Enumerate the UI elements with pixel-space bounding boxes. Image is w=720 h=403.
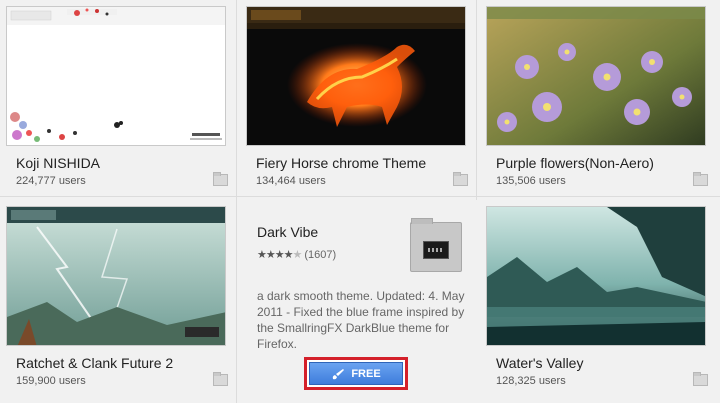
theme-thumbnail[interactable] (6, 206, 226, 346)
folder-icon (410, 218, 462, 272)
free-install-button[interactable]: FREE (304, 357, 408, 390)
user-count: 134,464 users (256, 175, 326, 187)
theme-preview-mini (423, 241, 449, 259)
theme-description: a dark smooth theme. Updated: 4. May 201… (257, 289, 465, 351)
user-count: 159,900 users (16, 375, 86, 387)
theme-tile-fiery-horse[interactable]: Fiery Horse chrome Theme 134,464 users (240, 0, 480, 200)
user-count: 128,325 users (496, 375, 566, 387)
theme-title[interactable]: Dark Vibe (257, 224, 318, 240)
user-count: 135,506 users (496, 175, 566, 187)
theme-thumbnail[interactable] (246, 6, 466, 146)
folder-icon (213, 372, 228, 386)
star-icon: ★★★★★ (257, 249, 302, 261)
theme-tile-ratchet-clank[interactable]: Ratchet & Clank Future 2 159,900 users (0, 200, 240, 400)
theme-title[interactable]: Fiery Horse chrome Theme (256, 155, 426, 171)
theme-tile-waters-valley[interactable]: Water's Valley 128,325 users (480, 200, 720, 400)
theme-title[interactable]: Water's Valley (496, 355, 583, 371)
theme-tile-koji-nishida[interactable]: Koji NISHIDA 224,777 users (0, 0, 240, 200)
paintbrush-icon (333, 368, 345, 379)
folder-icon (693, 372, 708, 386)
folder-icon (693, 172, 708, 186)
folder-icon (453, 172, 468, 186)
theme-title[interactable]: Ratchet & Clank Future 2 (16, 355, 173, 371)
theme-thumbnail[interactable] (486, 6, 706, 146)
theme-title[interactable]: Koji NISHIDA (16, 155, 100, 171)
theme-title[interactable]: Purple flowers(Non-Aero) (496, 155, 654, 171)
theme-thumbnail[interactable] (486, 206, 706, 346)
free-button-label: FREE (351, 367, 381, 380)
rating: ★★★★★ (1607) (257, 248, 336, 261)
theme-thumbnail[interactable] (6, 6, 226, 146)
folder-icon (213, 172, 228, 186)
theme-tile-purple-flowers[interactable]: Purple flowers(Non-Aero) 135,506 users (480, 0, 720, 200)
user-count: 224,777 users (16, 175, 86, 187)
theme-detail-dark-vibe: Dark Vibe ★★★★★ (1607) a dark smooth the… (240, 200, 480, 403)
rating-count: (1607) (304, 249, 337, 261)
